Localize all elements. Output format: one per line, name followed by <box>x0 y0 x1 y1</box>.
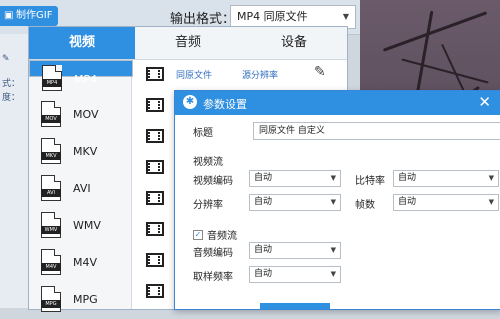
file-icon: M4V <box>41 249 61 275</box>
film-icon <box>146 129 164 143</box>
left-side-panel: ✎ 式： 度： <box>0 34 29 308</box>
format-item-mkv[interactable]: MKV MKV <box>29 134 131 171</box>
title-label: 标题 <box>193 128 213 139</box>
film-icon <box>146 222 164 236</box>
file-icon: MP4 <box>42 65 62 91</box>
format-label: MPG <box>73 293 98 306</box>
film-icon <box>146 284 164 298</box>
title-value: 同原文件 自定义 <box>259 126 325 136</box>
format-item-mov[interactable]: MOV MOV <box>29 97 131 134</box>
film-icon <box>146 160 164 174</box>
format-item-mpg[interactable]: MPG MPG <box>29 282 131 319</box>
film-icon <box>146 67 164 81</box>
video-codec-value: 自动 <box>254 173 273 183</box>
tab-audio[interactable]: 音频 <box>135 27 241 59</box>
framerate-select[interactable]: 自动 ▼ <box>393 194 499 211</box>
bitrate-select[interactable]: 自动 ▼ <box>393 170 499 187</box>
gif-icon: ▣ <box>4 10 14 21</box>
resolution-select[interactable]: 自动 ▼ <box>249 194 341 211</box>
preset-row[interactable]: 同原文件 源分辨率 ✎ <box>132 62 347 90</box>
video-codec-select[interactable]: 自动 ▼ <box>249 170 341 187</box>
preset-name: 同原文件 <box>176 71 213 81</box>
format-label: MP4 <box>74 73 98 86</box>
chevron-down-icon: ▼ <box>342 12 349 21</box>
make-gif-label: 制作GIF <box>16 10 53 21</box>
format-tabs: 视频 音频 设备 <box>29 27 347 60</box>
film-icon <box>146 253 164 267</box>
video-codec-label: 视频编码 <box>193 176 233 187</box>
file-icon: WMV <box>41 212 61 238</box>
left-fragment: 度： <box>2 93 21 103</box>
sample-rate-label: 取样频率 <box>193 272 233 283</box>
output-format-label: 输出格式： <box>170 12 236 27</box>
film-icon <box>146 191 164 205</box>
audio-checkbox[interactable]: ✓ <box>193 230 203 240</box>
dialog-titlebar: ✱ 参数设置 ✕ <box>175 91 500 115</box>
edit-icon[interactable]: ✎ <box>314 64 326 80</box>
settings-icon: ✱ <box>183 95 197 109</box>
chevron-down-icon: ▼ <box>488 198 494 206</box>
format-label: M4V <box>73 256 98 269</box>
bitrate-label: 比特率 <box>355 176 385 187</box>
dialog-title: 参数设置 <box>203 98 247 111</box>
make-gif-button[interactable]: ▣ 制作GIF <box>0 6 58 26</box>
audio-section-label: 音频流 <box>207 231 237 242</box>
tab-video[interactable]: 视频 <box>29 27 135 59</box>
file-icon: MKV <box>41 138 61 164</box>
format-item-mp4[interactable]: MP4 MP4 <box>29 60 133 91</box>
file-icon: MPG <box>41 286 61 312</box>
chevron-down-icon: ▼ <box>330 270 336 278</box>
confirm-button[interactable] <box>260 303 330 309</box>
chevron-down-icon: ▼ <box>488 174 494 182</box>
params-dialog: ✱ 参数设置 ✕ 标题 同原文件 自定义 视频流 视频编码 自动 ▼ 比特率 自动… <box>174 90 500 310</box>
bitrate-value: 自动 <box>398 173 417 183</box>
tab-device[interactable]: 设备 <box>241 27 347 59</box>
file-icon: AVI <box>41 175 61 201</box>
video-section-label: 视频流 <box>193 157 223 168</box>
edit-icon[interactable]: ✎ <box>2 54 10 64</box>
resolution-label: 分辨率 <box>193 200 223 211</box>
format-label: MKV <box>73 145 98 158</box>
film-icon <box>146 98 164 112</box>
format-list: MP4 MP4 MOV MOV MKV MKV AVI AVI WMV WMV … <box>29 60 133 312</box>
chevron-down-icon: ▼ <box>330 198 336 206</box>
framerate-label: 帧数 <box>355 200 375 211</box>
sample-rate-value: 自动 <box>254 269 273 279</box>
format-item-avi[interactable]: AVI AVI <box>29 171 131 208</box>
audio-codec-value: 自动 <box>254 245 273 255</box>
output-format-value: MP4 同原文件 <box>237 10 308 23</box>
format-item-wmv[interactable]: WMV WMV <box>29 208 131 245</box>
format-label: WMV <box>73 219 101 232</box>
preset-desc: 源分辨率 <box>242 71 279 81</box>
sample-rate-select[interactable]: 自动 ▼ <box>249 266 341 283</box>
format-label: MOV <box>73 108 99 121</box>
audio-codec-label: 音频编码 <box>193 248 233 259</box>
chevron-down-icon: ▼ <box>330 174 336 182</box>
file-icon: MOV <box>41 101 61 127</box>
format-label: AVI <box>73 182 91 195</box>
resolution-value: 自动 <box>254 197 273 207</box>
left-fragment: 式： <box>2 79 21 89</box>
title-field[interactable]: 同原文件 自定义 <box>253 122 500 140</box>
chevron-down-icon: ▼ <box>330 246 336 254</box>
close-icon[interactable]: ✕ <box>478 93 491 111</box>
audio-codec-select[interactable]: 自动 ▼ <box>249 242 341 259</box>
framerate-value: 自动 <box>398 197 417 207</box>
format-item-m4v[interactable]: M4V M4V <box>29 245 131 282</box>
